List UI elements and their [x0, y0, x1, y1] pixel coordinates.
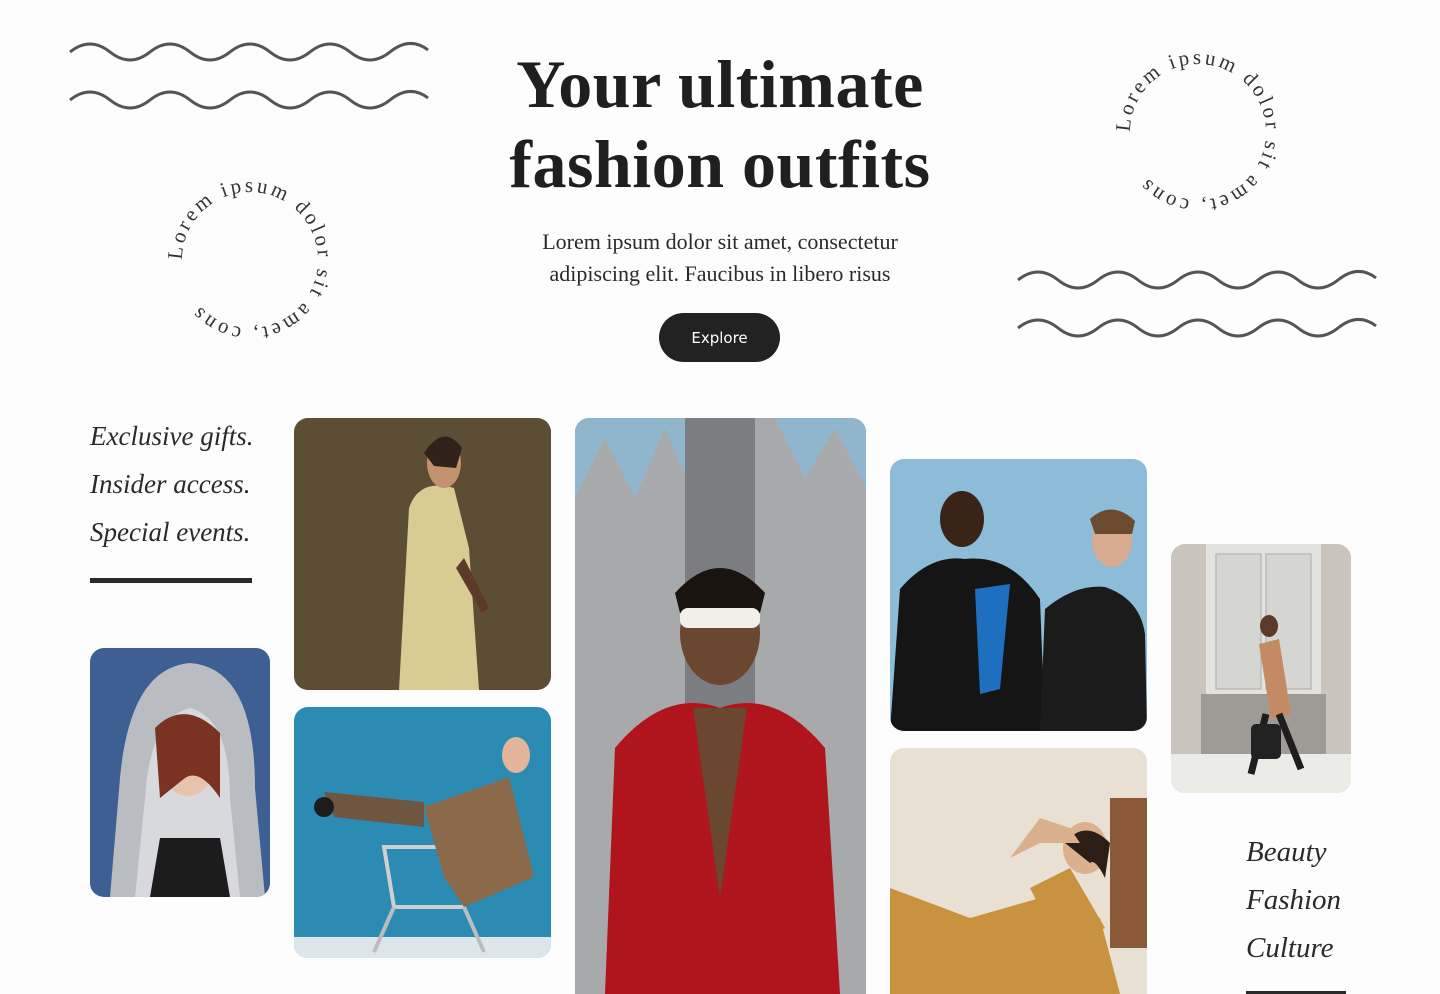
photo-silver-hood-model [90, 648, 270, 897]
tagline-exclusive-gifts: Exclusive gifts. [90, 421, 254, 451]
hero-subtitle: Lorem ipsum dolor sit amet, consectetur … [490, 226, 950, 290]
hero-title-line-1: Your ultimate [516, 46, 924, 122]
circular-text-badge-left: Lorem ipsum dolor sit amet, cons [160, 170, 340, 355]
taglines-left: Exclusive gifts. Insider access. Special… [90, 412, 290, 556]
tagline-beauty: Beauty [1246, 836, 1327, 868]
tagline-fashion: Fashion [1246, 884, 1342, 916]
photo-woman-reclining-mustard [890, 748, 1147, 994]
tagline-insider-access: Insider access. [90, 469, 251, 499]
hero-subtitle-line-2: adipiscing elit. Faucibus in libero risu… [549, 261, 891, 286]
photo-man-walking-doorway [1171, 544, 1351, 793]
hero-title-line-2: fashion outfits [509, 126, 931, 202]
photo-shopping-cart-model [294, 707, 551, 958]
photo-cream-coat-model [294, 418, 551, 690]
divider-left [90, 578, 252, 583]
hero-title: Your ultimate fashion outfits [420, 44, 1020, 204]
tagline-special-events: Special events. [90, 517, 251, 547]
wave-decoration-right [1016, 268, 1378, 352]
explore-button[interactable]: Explore [659, 313, 780, 362]
circular-text-right: Lorem ipsum dolor sit amet, cons [1111, 45, 1285, 219]
photo-two-men-streetwear [890, 459, 1147, 731]
circular-text-badge-right: Lorem ipsum dolor sit amet, cons [1108, 42, 1288, 227]
wave-decoration-top-left [68, 40, 430, 124]
photo-red-jacket-model [575, 418, 866, 994]
hero-subtitle-line-1: Lorem ipsum dolor sit amet, consectetur [542, 229, 898, 254]
taglines-right: Beauty Fashion Culture [1246, 828, 1426, 972]
circular-text-left: Lorem ipsum dolor sit amet, cons [163, 173, 337, 347]
tagline-culture: Culture [1246, 932, 1334, 964]
